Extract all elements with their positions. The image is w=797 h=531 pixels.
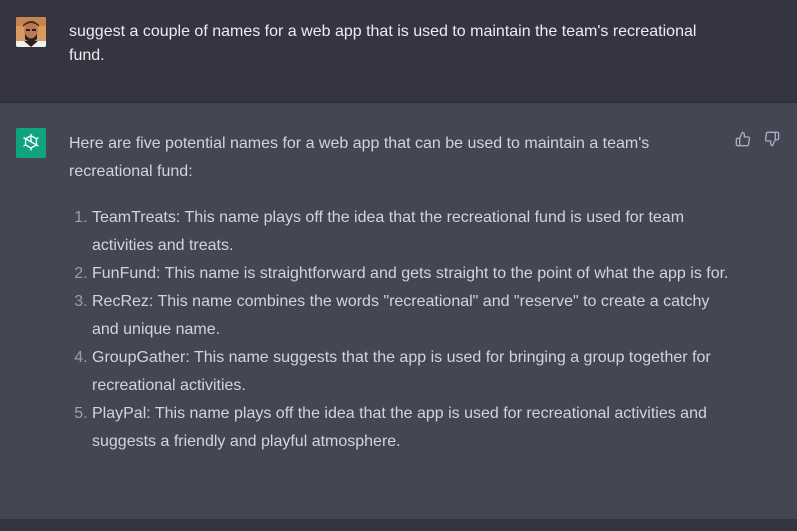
list-item: PlayPal: This name plays off the idea th… [92, 400, 729, 456]
thumbs-up-icon[interactable] [735, 131, 751, 147]
name-suggestions-list: TeamTreats: This name plays off the idea… [69, 204, 729, 456]
list-item: RecRez: This name combines the words "re… [92, 288, 729, 344]
list-item: FunFund: This name is straightforward an… [92, 260, 729, 288]
chat-page: suggest a couple of names for a web app … [0, 0, 797, 531]
assistant-message-text: Here are five potential names for a web … [69, 130, 729, 456]
thumbs-down-icon[interactable] [764, 131, 780, 147]
user-message-text: suggest a couple of names for a web app … [69, 23, 697, 64]
list-item: TeamTreats: This name plays off the idea… [92, 204, 729, 260]
user-avatar [16, 17, 46, 47]
openai-logo-icon [16, 128, 46, 158]
assistant-message-row: Here are five potential names for a web … [0, 103, 797, 519]
list-item: GroupGather: This name suggests that the… [92, 344, 729, 400]
assistant-intro: Here are five potential names for a web … [69, 135, 650, 180]
user-message-row: suggest a couple of names for a web app … [0, 0, 797, 103]
bottom-spacer [0, 519, 797, 531]
feedback-buttons [735, 131, 780, 147]
